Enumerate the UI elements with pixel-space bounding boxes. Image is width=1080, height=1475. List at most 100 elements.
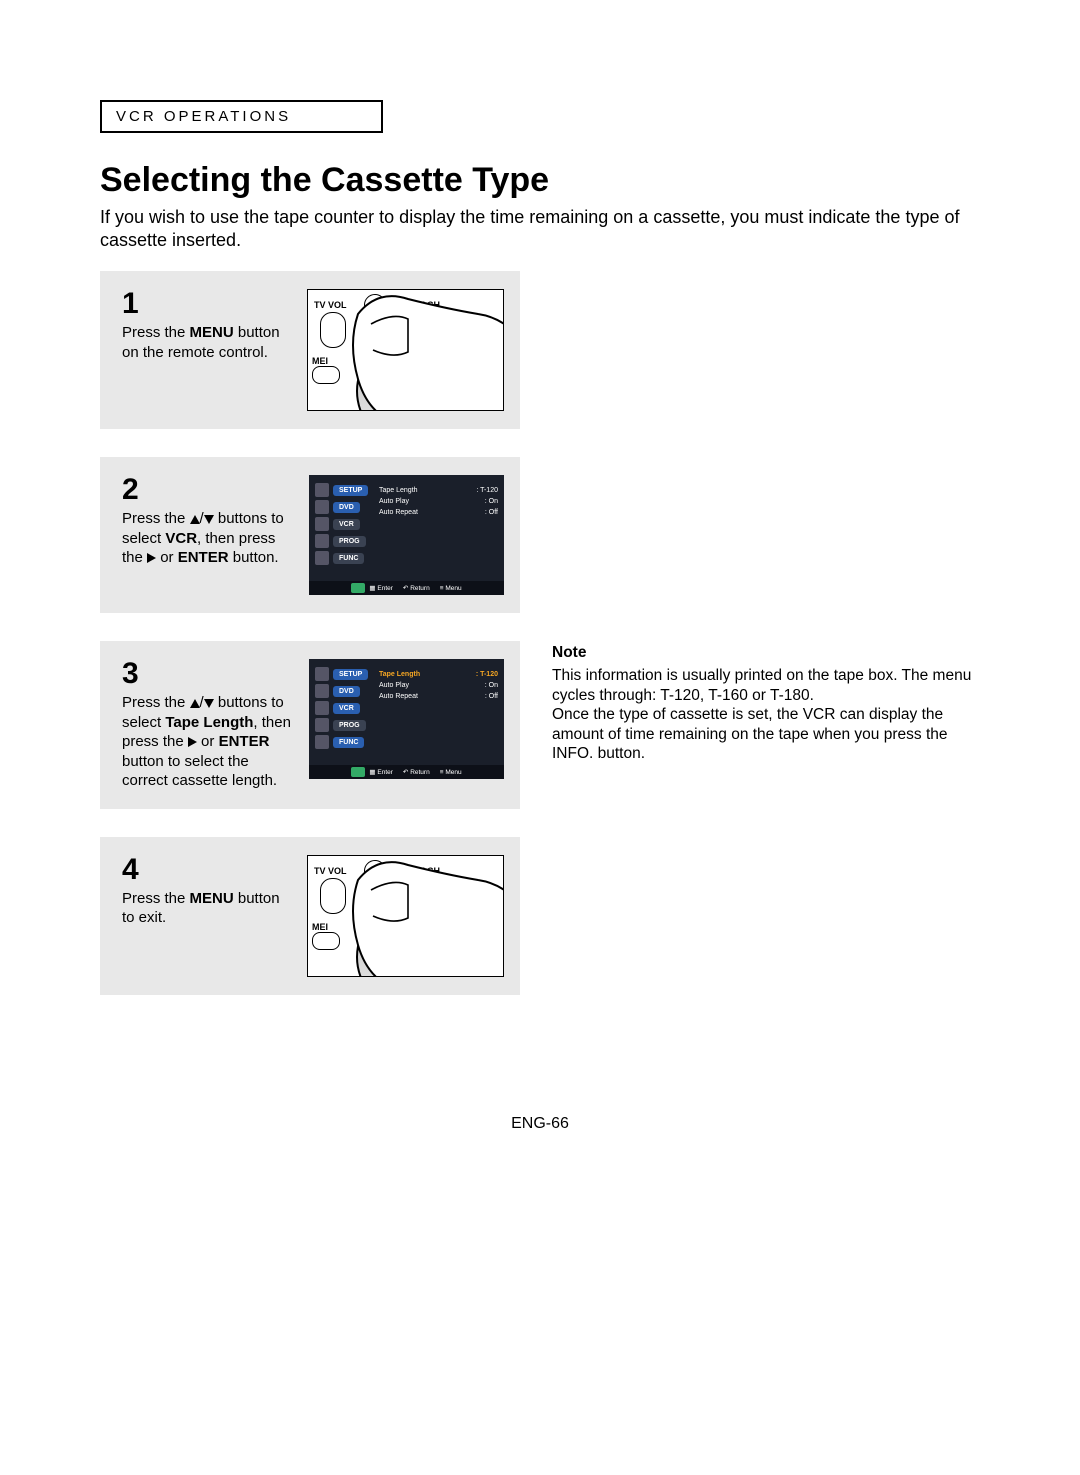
nav-icon [351, 767, 365, 777]
step-instruction: Press the / buttons to select Tape Lengt… [122, 693, 295, 791]
setup-icon [315, 483, 329, 497]
right-arrow-icon [188, 737, 197, 747]
sidebar-label: VCR [333, 519, 360, 530]
sidebar-label: FUNC [333, 553, 364, 564]
dvd-icon [315, 684, 329, 698]
menu-button-icon [312, 932, 340, 950]
prog-icon [315, 534, 329, 548]
step-1: 1 Press the MENU button on the remote co… [100, 271, 520, 429]
sidebar-item-prog: PROG [315, 718, 368, 732]
down-arrow-icon [204, 515, 214, 524]
bold: ENTER [178, 549, 229, 566]
opt-auto-play: Auto Play : On [379, 680, 498, 691]
text: button to select the correct cassette le… [122, 753, 277, 790]
label: Return [410, 769, 430, 776]
sidebar-label: SETUP [333, 485, 368, 496]
hand-icon [338, 289, 504, 411]
manual-page: VCR OPERATIONS Selecting the Cassette Ty… [0, 0, 1080, 1173]
down-arrow-icon [204, 699, 214, 708]
step-4: 4 Press the MENU button to exit. TV VOL … [100, 837, 520, 995]
opt-value: : Off [485, 691, 498, 702]
bold: ENTER [219, 733, 270, 750]
opt-name: Auto Play [379, 680, 409, 691]
step-3-row: 3 Press the / buttons to select Tape Len… [100, 641, 980, 837]
setup-icon [315, 667, 329, 681]
text: or [156, 549, 178, 566]
text: Press the [122, 324, 190, 341]
label: Return [410, 585, 430, 592]
sidebar-label: VCR [333, 703, 360, 714]
label: Menu [445, 585, 461, 592]
text: Press the [122, 694, 190, 711]
opt-value: : On [485, 496, 498, 507]
opt-name: Auto Repeat [379, 507, 418, 518]
sidebar-item-vcr: VCR [315, 517, 368, 531]
vcr-icon [315, 517, 329, 531]
vcr-icon [315, 701, 329, 715]
func-icon [315, 551, 329, 565]
step-number: 4 [122, 855, 293, 885]
osd-menu-screenshot-highlighted: SETUP DVD VCR PROG FUNC Tape Length: T-1… [309, 659, 504, 779]
dvd-icon [315, 500, 329, 514]
step-number: 3 [122, 659, 295, 689]
footer-enter: ▦ Enter [369, 584, 393, 592]
text: or [197, 733, 219, 750]
opt-name: Tape Length [379, 669, 420, 680]
page-title: Selecting the Cassette Type [100, 161, 980, 200]
section-tag: VCR OPERATIONS [100, 100, 383, 133]
sidebar-item-prog: PROG [315, 534, 368, 548]
opt-tape-length: Tape Length : T-120 [379, 485, 498, 496]
note-paragraph-1: This information is usually printed on t… [552, 666, 980, 705]
footer-return: ↶ Return [403, 768, 430, 776]
bold: Tape Length [165, 714, 253, 731]
text: Press the [122, 890, 190, 907]
opt-auto-repeat: Auto Repeat: Off [379, 691, 498, 702]
bold: VCR [165, 530, 197, 547]
osd-footer: ▦ Enter ↶ Return ≡ Menu [309, 581, 504, 595]
step-instruction: Press the / buttons to select VCR, then … [122, 509, 295, 568]
prog-icon [315, 718, 329, 732]
menu-button-icon [312, 366, 340, 384]
step-3: 3 Press the / buttons to select Tape Len… [100, 641, 520, 809]
sidebar-item-dvd: DVD [315, 684, 368, 698]
sidebar-item-func: FUNC [315, 735, 368, 749]
osd-options: Tape Length: T-120 Auto Play: On Auto Re… [379, 669, 498, 703]
sidebar-label: PROG [333, 536, 366, 547]
note-title: Note [552, 643, 980, 662]
step-instruction: Press the MENU button on the remote cont… [122, 323, 293, 362]
func-icon [315, 735, 329, 749]
step-instruction: Press the MENU button to exit. [122, 889, 293, 928]
footer-enter: ▦ Enter [369, 768, 393, 776]
up-arrow-icon [190, 699, 200, 708]
hand-icon [338, 855, 504, 977]
opt-auto-repeat: Auto Repeat: Off [379, 507, 498, 518]
up-arrow-icon [190, 515, 200, 524]
footer-menu: ≡ Menu [440, 585, 462, 592]
step-number: 2 [122, 475, 295, 505]
label: Enter [377, 769, 393, 776]
osd-sidebar: SETUP DVD VCR PROG FUNC [315, 667, 368, 749]
bold: MENU [190, 890, 234, 907]
remote-illustration: TV VOL TRK/TV CH AUI MEI [307, 855, 504, 977]
intro-paragraph: If you wish to use the tape counter to d… [100, 206, 980, 251]
sidebar-item-vcr: VCR [315, 701, 368, 715]
nav-icon [351, 583, 365, 593]
osd-options: Tape Length : T-120 Auto Play: On Auto Re… [379, 485, 498, 519]
menu-label: MEI [312, 922, 328, 932]
page-number: ENG-66 [100, 1115, 980, 1133]
menu-label: MEI [312, 356, 328, 366]
bold: MENU [190, 324, 234, 341]
osd-menu-screenshot: SETUP DVD VCR PROG FUNC Tape Length : T-1… [309, 475, 504, 595]
opt-auto-play: Auto Play: On [379, 496, 498, 507]
sidebar-label: DVD [333, 502, 360, 513]
sidebar-label: PROG [333, 720, 366, 731]
footer-return: ↶ Return [403, 584, 430, 592]
osd-footer: ▦ Enter ↶ Return ≡ Menu [309, 765, 504, 779]
opt-value: : On [485, 680, 498, 691]
opt-value: : T-120 [476, 485, 498, 496]
sidebar-item-dvd: DVD [315, 500, 368, 514]
remote-illustration: TV VOL TRK/TV CH MEI [307, 289, 504, 411]
sidebar-label: DVD [333, 686, 360, 697]
opt-name: Tape Length [379, 485, 418, 496]
step-number: 1 [122, 289, 293, 319]
